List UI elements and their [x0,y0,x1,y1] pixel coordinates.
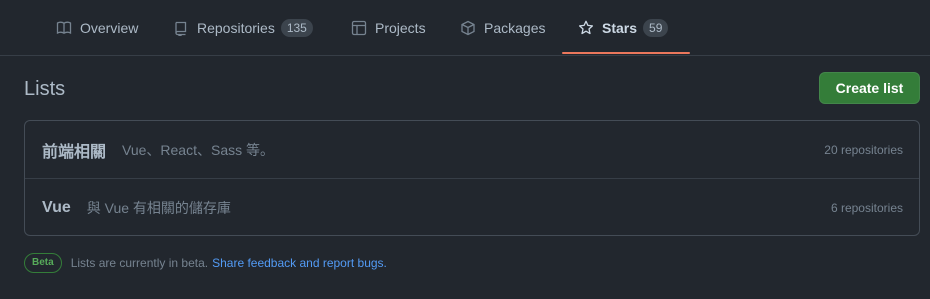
tab-label: Repositories [197,20,275,36]
list-item[interactable]: 前端相關 Vue、React、Sass 等。 20 repositories [25,122,919,179]
profile-tabnav: Overview Repositories 135 Projects Packa… [0,0,930,56]
table-icon [351,20,367,36]
tab-repositories[interactable]: Repositories 135 [173,0,313,56]
stars-count-badge: 59 [643,19,669,37]
list-repository-count: 20 repositories [824,143,903,157]
feedback-link[interactable]: Share feedback and report bugs. [212,256,387,270]
tab-stars[interactable]: Stars 59 [578,0,669,56]
list-repository-count: 6 repositories [830,200,903,215]
book-icon [56,20,72,36]
star-icon [578,20,594,36]
list-description: 與 Vue 有相關的儲存庫 [86,199,231,216]
beta-badge: Beta [24,253,62,273]
list-description: Vue、React、Sass 等。 [122,142,274,158]
tab-label: Projects [375,20,426,36]
tab-label: Packages [484,20,546,36]
beta-notice: Beta Lists are currently in beta. Share … [24,252,387,274]
tab-label: Overview [80,20,139,36]
package-icon [460,20,476,36]
selected-tab-indicator [562,52,690,54]
tab-overview[interactable]: Overview [56,0,138,56]
list-name: 前端相關 [42,144,107,161]
lists-heading: Lists [24,78,66,100]
repositories-count-badge: 135 [280,19,313,37]
tab-label: Stars [602,20,638,36]
beta-notice-text: Lists are currently in beta. [70,256,209,270]
repo-icon [173,20,189,36]
lists-container: 前端相關 Vue、React、Sass 等。 20 repositories V… [24,120,920,236]
tab-packages[interactable]: Packages [460,0,545,56]
list-item[interactable]: Vue 與 Vue 有相關的儲存庫 6 repositories [25,179,919,235]
list-name: Vue [42,198,71,216]
create-list-button[interactable]: Create list [819,72,920,104]
tab-projects[interactable]: Projects [351,0,426,56]
